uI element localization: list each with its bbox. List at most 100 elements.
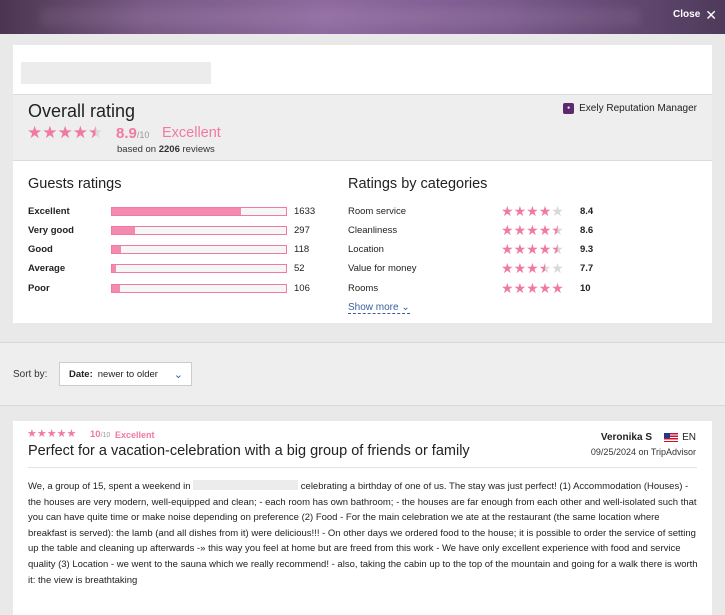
divider	[28, 467, 697, 468]
header-bar: Close ✕	[0, 0, 725, 34]
star-icon: ★	[538, 222, 552, 238]
category-row: Value for money ★ ★ ★ ★ ★ 7.7	[348, 260, 648, 276]
close-label: Close	[673, 9, 701, 20]
category-score: 7.7	[580, 262, 594, 274]
category-label: Rooms	[348, 282, 379, 294]
star-icon: ★	[513, 280, 527, 296]
category-stars: ★ ★ ★ ★ ★	[501, 279, 576, 297]
star-icon: ★	[501, 203, 514, 219]
guest-rating-count: 106	[294, 282, 310, 294]
chevron-down-icon: ⌄	[401, 302, 410, 313]
guest-rating-bar	[111, 225, 287, 235]
star-icon: ★	[88, 123, 104, 142]
star-icon: ★	[526, 203, 539, 219]
category-stars: ★ ★ ★ ★ ★	[501, 221, 576, 239]
star-icon: ★	[56, 428, 67, 440]
hotel-name-placeholder	[21, 62, 211, 84]
guest-rating-label: Poor	[28, 282, 50, 294]
guest-rating-row: Very good 297	[28, 223, 328, 237]
star-icon: ★	[72, 123, 88, 142]
guest-rating-bar	[111, 244, 287, 254]
guest-rating-bar	[111, 206, 287, 216]
review-count-text: based on 2206 reviews	[117, 144, 215, 155]
overall-score: 8.9/10	[116, 125, 150, 142]
star-icon: ★	[42, 123, 58, 142]
sort-bar: Sort by: Date: newer to older ⌄	[0, 342, 725, 406]
guest-rating-count: 118	[294, 243, 310, 255]
star-icon: ★	[501, 222, 514, 238]
category-row: Location ★ ★ ★ ★ ★ 9.3	[348, 240, 648, 258]
brand-name: Exely Reputation Manager	[579, 103, 697, 114]
category-score: 8.6	[580, 224, 594, 236]
category-score: 9.3	[580, 243, 594, 255]
guest-rating-label: Very good	[28, 224, 74, 236]
category-stars: ★ ★ ★ ★ ★	[501, 240, 576, 258]
star-icon: ★	[526, 260, 539, 276]
category-row: Cleanliness ★ ★ ★ ★ ★ 8.6	[348, 221, 648, 239]
star-icon: ★	[526, 241, 539, 257]
guests-ratings-title: Guests ratings	[28, 176, 122, 192]
guest-rating-row: Poor 106	[28, 281, 328, 295]
star-icon: ★	[501, 260, 514, 276]
overall-rating-section: Overall rating ★ ★ ★ ★ ★ 8.9/10 Excellent ba…	[13, 94, 712, 161]
brand-badge: ● Exely Reputation Manager	[563, 103, 697, 114]
rating-panel: Overall rating ★ ★ ★ ★ ★ 8.9/10 Excellent ba…	[13, 45, 712, 323]
category-stars: ★ ★ ★ ★ ★	[501, 202, 576, 220]
guest-rating-fill	[112, 245, 122, 253]
guest-rating-row: Excellent 1633	[28, 204, 328, 218]
category-row: Room service ★ ★ ★ ★ ★ 8.4	[348, 202, 648, 220]
guest-rating-fill	[112, 226, 136, 234]
review-stars: ★ ★ ★ ★ ★	[27, 428, 76, 440]
star-icon: ★	[526, 222, 539, 238]
sort-dropdown[interactable]: Date: newer to older ⌄	[59, 362, 192, 386]
star-icon: ★	[513, 260, 527, 276]
review-author: Veronika S	[600, 432, 652, 443]
guest-rating-count: 297	[294, 224, 310, 236]
category-label: Location	[348, 243, 384, 255]
review-date: 09/25/2024 on TripAdvisor	[590, 447, 696, 457]
close-button[interactable]: Close ✕	[673, 6, 717, 23]
overall-stars: ★ ★ ★ ★ ★	[27, 124, 103, 142]
guest-rating-count: 1633	[294, 205, 316, 217]
blurred-header-content	[40, 8, 640, 26]
review-score: 10/10	[90, 429, 111, 440]
star-icon: ★	[538, 241, 552, 257]
exely-logo-icon: ●	[563, 103, 575, 114]
guest-rating-fill	[112, 207, 241, 215]
overall-rating-title: Overall rating	[28, 101, 136, 121]
guest-rating-label: Good	[28, 243, 53, 255]
review-title: Perfect for a vacation-celebration with …	[28, 443, 470, 459]
guest-rating-fill	[112, 284, 121, 292]
star-icon: ★	[538, 203, 552, 219]
category-label: Cleanliness	[348, 224, 398, 236]
star-icon: ★	[551, 222, 564, 238]
star-icon: ★	[551, 241, 564, 257]
review-card: ★ ★ ★ ★ ★ 10/10 Excellent Perfect for a vaca…	[13, 421, 712, 615]
categories-title: Ratings by categories	[348, 176, 488, 192]
review-language: EN	[682, 432, 696, 443]
star-icon: ★	[46, 428, 57, 440]
star-icon: ★	[538, 260, 552, 276]
sort-value: newer to older	[97, 368, 158, 380]
close-icon: ✕	[705, 6, 717, 23]
star-icon: ★	[513, 203, 527, 219]
star-icon: ★	[27, 123, 43, 142]
star-icon: ★	[551, 260, 564, 276]
category-label: Value for money	[348, 262, 417, 274]
review-text: We, a group of 15, spent a weekend in ce…	[28, 480, 698, 586]
category-label: Room service	[348, 205, 407, 217]
star-icon: ★	[501, 241, 514, 257]
star-icon: ★	[551, 203, 564, 219]
review-label: Excellent	[115, 430, 155, 440]
star-icon: ★	[501, 280, 514, 296]
guest-rating-count: 52	[294, 262, 305, 274]
redacted-location	[193, 480, 299, 490]
guest-rating-label: Excellent	[28, 205, 70, 217]
sort-field: Date:	[69, 368, 93, 380]
show-more-link[interactable]: Show more ⌄	[348, 302, 410, 314]
star-icon: ★	[36, 428, 47, 440]
star-icon: ★	[57, 123, 73, 142]
category-score: 8.4	[580, 205, 594, 217]
guest-rating-row: Good 118	[28, 242, 328, 256]
star-icon: ★	[27, 428, 37, 440]
